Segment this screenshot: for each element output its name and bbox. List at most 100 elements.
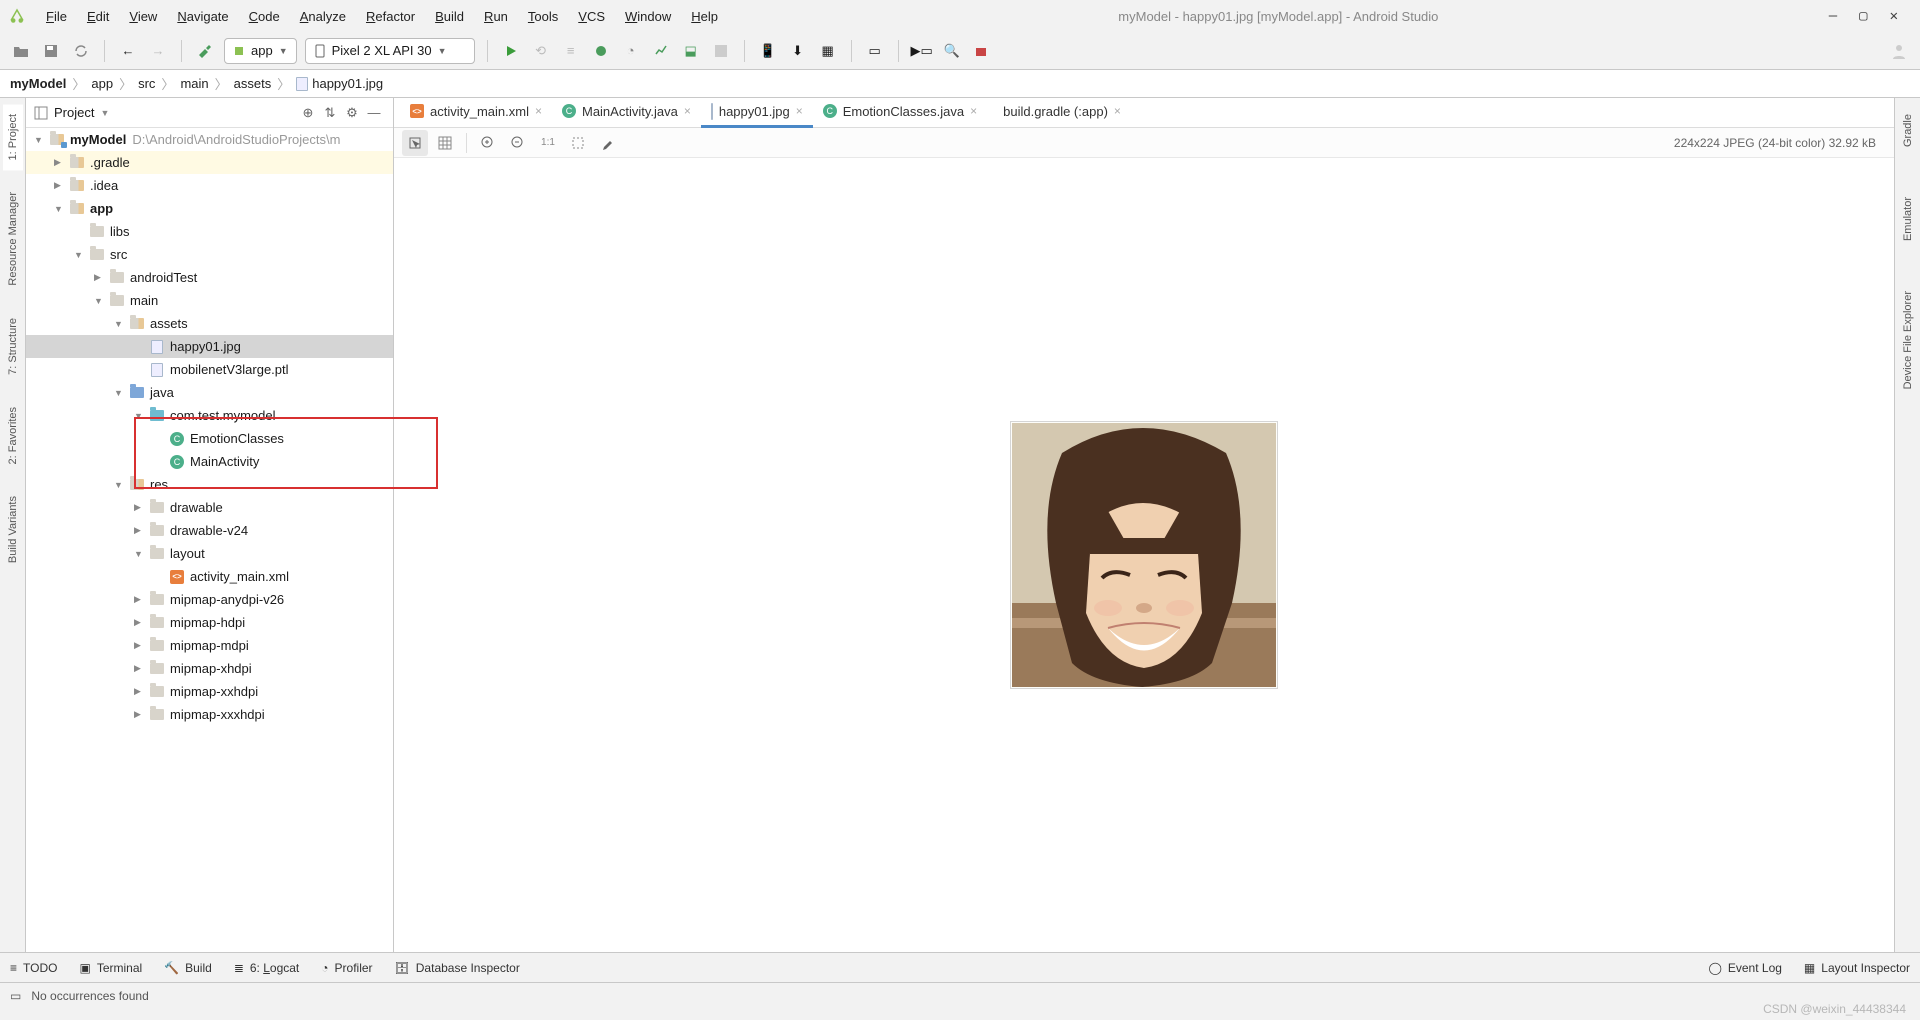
- debug-icon[interactable]: [590, 40, 612, 62]
- menu-analyze[interactable]: Analyze: [290, 5, 356, 28]
- back-icon[interactable]: ←: [117, 40, 139, 62]
- tree-node-mipmap-xxhdpi[interactable]: ▶mipmap-xxhdpi: [26, 680, 393, 703]
- menu-build[interactable]: Build: [425, 5, 474, 28]
- tab-close-icon[interactable]: ×: [1114, 104, 1121, 118]
- rail-tab-2--favorites[interactable]: 2: Favorites: [3, 397, 23, 474]
- tab-close-icon[interactable]: ×: [970, 104, 977, 118]
- tree-node-mipmap-xxxhdpi[interactable]: ▶mipmap-xxxhdpi: [26, 703, 393, 726]
- tree-node-assets[interactable]: ▼assets: [26, 312, 393, 335]
- menu-run[interactable]: Run: [474, 5, 518, 28]
- tree-arrow-icon[interactable]: ▶: [134, 640, 146, 651]
- avd-manager-icon[interactable]: 📱: [757, 40, 779, 62]
- editor-tab-activity-main-xml[interactable]: <>activity_main.xml×: [400, 98, 552, 128]
- breadcrumb-item[interactable]: main: [180, 76, 208, 91]
- layout-validation-icon[interactable]: [971, 40, 993, 62]
- device-selector[interactable]: Pixel 2 XL API 30 ▼: [305, 38, 475, 64]
- profiler-icon[interactable]: [650, 40, 672, 62]
- sdk-manager-icon[interactable]: ⬇: [787, 40, 809, 62]
- bottom-database-inspector[interactable]: 🗄Database Inspector: [395, 961, 520, 975]
- menu-help[interactable]: Help: [681, 5, 728, 28]
- menu-view[interactable]: View: [119, 5, 167, 28]
- menu-vcs[interactable]: VCS: [568, 5, 615, 28]
- tab-close-icon[interactable]: ×: [535, 104, 542, 118]
- settings-icon[interactable]: ⚙: [341, 102, 363, 124]
- tree-node-drawable[interactable]: ▶drawable: [26, 496, 393, 519]
- tree-node-mipmap-hdpi[interactable]: ▶mipmap-hdpi: [26, 611, 393, 634]
- rail-tab-device-file-explorer[interactable]: Device File Explorer: [1898, 281, 1918, 399]
- grid-icon[interactable]: [432, 130, 458, 156]
- image-canvas[interactable]: [394, 158, 1894, 952]
- breadcrumb-item[interactable]: app: [91, 76, 113, 91]
- tab-close-icon[interactable]: ×: [684, 104, 691, 118]
- tree-node-drawable-v24[interactable]: ▶drawable-v24: [26, 519, 393, 542]
- tree-node-main[interactable]: ▼main: [26, 289, 393, 312]
- menu-tools[interactable]: Tools: [518, 5, 568, 28]
- editor-tab-build-gradle---app-[interactable]: build.gradle (:app)×: [987, 98, 1131, 128]
- chevron-down-icon[interactable]: ▼: [34, 135, 46, 145]
- zoom-out-icon[interactable]: [505, 130, 531, 156]
- rail-tab-build-variants[interactable]: Build Variants: [3, 486, 23, 573]
- bottom-build[interactable]: 🔨Build: [164, 961, 212, 975]
- module-selector[interactable]: app ▼: [224, 38, 297, 64]
- tree-arrow-icon[interactable]: ▼: [114, 480, 126, 490]
- maximize-button[interactable]: ▢: [1859, 8, 1867, 24]
- tree-arrow-icon[interactable]: ▶: [134, 594, 146, 605]
- editor-tab-happy01-jpg[interactable]: happy01.jpg×: [701, 98, 813, 128]
- breadcrumb-item[interactable]: assets: [234, 76, 272, 91]
- locate-icon[interactable]: ⊕: [297, 102, 319, 124]
- rail-tab-7--structure[interactable]: 7: Structure: [3, 308, 23, 385]
- editor-tab-emotionclasses-java[interactable]: CEmotionClasses.java×: [813, 98, 987, 128]
- tree-node-layout[interactable]: ▼layout: [26, 542, 393, 565]
- menu-navigate[interactable]: Navigate: [167, 5, 238, 28]
- tree-node-res[interactable]: ▼res: [26, 473, 393, 496]
- rail-tab-1--project[interactable]: 1: Project: [3, 104, 23, 170]
- rail-tab-resource-manager[interactable]: Resource Manager: [3, 182, 23, 296]
- zoom-in-icon[interactable]: [475, 130, 501, 156]
- tree-arrow-icon[interactable]: ▼: [114, 388, 126, 398]
- breadcrumb-item[interactable]: myModel: [10, 76, 66, 91]
- tree-arrow-icon[interactable]: ▼: [134, 411, 146, 421]
- search-everywhere-icon[interactable]: 🔍: [941, 40, 963, 62]
- project-tree[interactable]: ▼ myModel D:\Android\AndroidStudioProjec…: [26, 128, 393, 952]
- hammer-icon[interactable]: [194, 40, 216, 62]
- forward-icon[interactable]: →: [147, 40, 169, 62]
- coverage-icon[interactable]: ◔: [620, 40, 642, 62]
- tree-arrow-icon[interactable]: ▶: [54, 180, 66, 191]
- sync-icon[interactable]: [70, 40, 92, 62]
- tree-node-androidtest[interactable]: ▶androidTest: [26, 266, 393, 289]
- breadcrumb-item[interactable]: src: [138, 76, 155, 91]
- open-icon[interactable]: [10, 40, 32, 62]
- tree-arrow-icon[interactable]: ▶: [134, 686, 146, 697]
- fit-icon[interactable]: [565, 130, 591, 156]
- tree-node-app[interactable]: ▼app: [26, 197, 393, 220]
- minimize-button[interactable]: —: [1829, 8, 1837, 24]
- color-picker-icon[interactable]: [595, 130, 621, 156]
- tree-node-mipmap-xhdpi[interactable]: ▶mipmap-xhdpi: [26, 657, 393, 680]
- bottom-6--logcat[interactable]: ≣6: Logcat: [234, 961, 299, 975]
- bottom-layout-inspector[interactable]: ▦Layout Inspector: [1804, 961, 1910, 975]
- tree-arrow-icon[interactable]: ▼: [114, 319, 126, 329]
- collapse-icon[interactable]: —: [363, 102, 385, 124]
- stop-icon[interactable]: [710, 40, 732, 62]
- tree-node-com-test-mymodel[interactable]: ▼com.test.mymodel: [26, 404, 393, 427]
- rail-tab-gradle[interactable]: Gradle: [1898, 104, 1918, 157]
- menu-file[interactable]: File: [36, 5, 77, 28]
- tree-arrow-icon[interactable]: ▶: [54, 157, 66, 168]
- tree-arrow-icon[interactable]: ▶: [134, 617, 146, 628]
- menu-refactor[interactable]: Refactor: [356, 5, 425, 28]
- tab-close-icon[interactable]: ×: [796, 104, 803, 118]
- tree-arrow-icon[interactable]: ▶: [134, 502, 146, 513]
- tree-arrow-icon[interactable]: ▶: [94, 272, 106, 283]
- bottom-todo[interactable]: ≡TODO: [10, 961, 57, 975]
- run-icon[interactable]: [500, 40, 522, 62]
- resource-manager-icon[interactable]: ▦: [817, 40, 839, 62]
- apply-code-icon[interactable]: ≡: [560, 40, 582, 62]
- breadcrumb-item[interactable]: happy01.jpg: [296, 76, 383, 92]
- editor-tab-mainactivity-java[interactable]: CMainActivity.java×: [552, 98, 701, 128]
- tree-arrow-icon[interactable]: ▼: [134, 549, 146, 559]
- tree-node-activity-main-xml[interactable]: <>activity_main.xml: [26, 565, 393, 588]
- chevron-down-icon[interactable]: ▼: [100, 108, 109, 118]
- attach-debugger-icon[interactable]: ⬓: [680, 40, 702, 62]
- tree-node--gradle[interactable]: ▶.gradle: [26, 151, 393, 174]
- tree-node-mipmap-mdpi[interactable]: ▶mipmap-mdpi: [26, 634, 393, 657]
